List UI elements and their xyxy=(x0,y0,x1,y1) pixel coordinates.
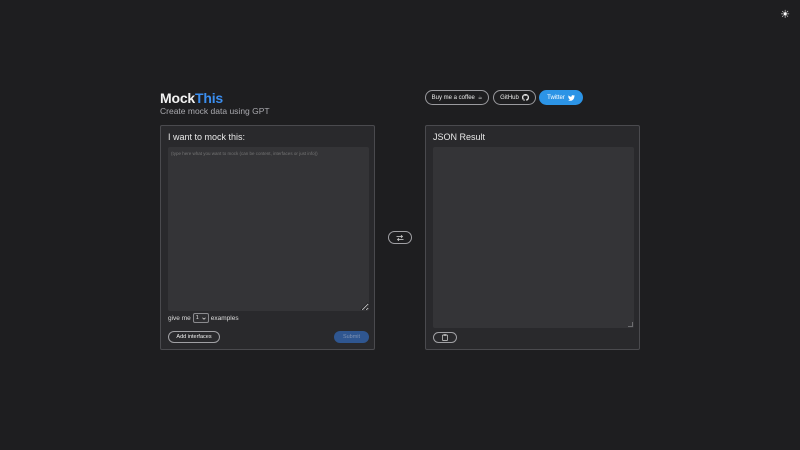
examples-count-row: give me 1 examples xyxy=(168,313,239,323)
clipboard-icon xyxy=(442,334,448,341)
twitter-button[interactable]: Twitter xyxy=(539,90,583,105)
buy-coffee-label: Buy me a coffee xyxy=(431,94,475,101)
logo-text-mock: Mock xyxy=(160,90,195,106)
examples-count-value: 1 xyxy=(195,315,199,321)
input-panel-title: I want to mock this: xyxy=(168,132,246,142)
swap-button[interactable] xyxy=(388,231,412,244)
examples-prefix: give me xyxy=(168,314,191,322)
swap-arrows-icon xyxy=(396,234,404,241)
resize-grip[interactable] xyxy=(628,322,633,327)
twitter-bird-icon xyxy=(567,94,575,101)
examples-count-select[interactable]: 1 xyxy=(192,313,209,323)
examples-suffix: examples xyxy=(210,314,239,322)
app-logo: MockThis xyxy=(160,90,223,106)
github-label: GitHub xyxy=(500,94,519,101)
add-interfaces-button[interactable]: Add interfaces xyxy=(168,331,220,343)
chevron-down-icon xyxy=(202,316,206,320)
theme-toggle-sun-icon[interactable]: ☀ xyxy=(779,9,791,21)
github-icon xyxy=(521,94,529,101)
buy-coffee-button[interactable]: Buy me a coffee ☕ xyxy=(425,90,489,105)
logo-text-this: This xyxy=(195,90,223,106)
copy-button[interactable] xyxy=(433,332,457,343)
input-panel: I want to mock this: give me 1 examples … xyxy=(160,125,375,350)
tagline: Create mock data using GPT xyxy=(160,106,270,116)
submit-button[interactable]: Submit xyxy=(334,331,369,343)
twitter-label: Twitter xyxy=(547,94,565,101)
coffee-icon: ☕ xyxy=(477,94,483,101)
result-panel: JSON Result xyxy=(425,125,640,350)
github-button[interactable]: GitHub xyxy=(493,90,536,105)
json-result-output[interactable] xyxy=(433,147,634,328)
mock-description-input[interactable] xyxy=(168,147,369,311)
result-panel-title: JSON Result xyxy=(433,132,486,142)
